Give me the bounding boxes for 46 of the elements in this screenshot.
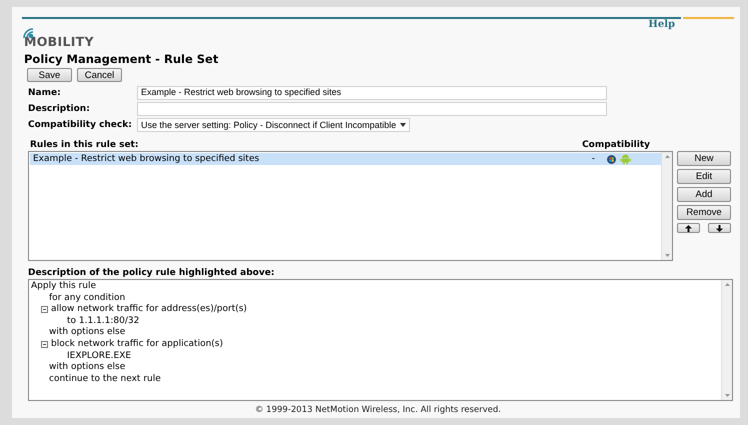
rule-name: Example - Restrict web browsing to specified sites bbox=[33, 154, 260, 164]
add-button[interactable]: Add bbox=[677, 187, 731, 202]
collapse-icon[interactable] bbox=[41, 341, 48, 348]
compatibility-dropdown[interactable]: Use the server setting: Policy - Disconnect if Client Incompatible bbox=[137, 118, 410, 132]
edit-button[interactable]: Edit bbox=[677, 169, 731, 184]
collapse-icon[interactable] bbox=[41, 306, 48, 314]
field-label: Description: bbox=[28, 104, 91, 114]
remove-button[interactable]: Remove bbox=[677, 205, 731, 220]
description-line: Apply this rule bbox=[31, 281, 96, 293]
field-label: Compatibility check: bbox=[28, 120, 133, 130]
android-icon bbox=[620, 154, 631, 164]
caret-icon bbox=[400, 123, 406, 127]
section-heading: Rules in this rule set: bbox=[30, 140, 138, 150]
description-line: with options else bbox=[49, 362, 126, 374]
cancel-button[interactable]: Cancel bbox=[77, 68, 122, 82]
description-line: for any condition bbox=[49, 292, 126, 304]
description-line: to 1.1.1.1:80/32 bbox=[67, 316, 140, 327]
rule-row[interactable]: Example - Restrict web browsing to specified sites - bbox=[30, 153, 661, 165]
scrollbar[interactable] bbox=[721, 280, 732, 400]
scroll-down-icon bbox=[724, 394, 730, 397]
page-title: Policy Management - Rule Set bbox=[24, 52, 220, 66]
section-heading: Description of the policy rule highlighted above: bbox=[28, 268, 276, 278]
windows-icon bbox=[607, 154, 616, 164]
input-field[interactable]: Example - Restrict web browsing to specified sites bbox=[137, 86, 607, 100]
down-arrow-icon bbox=[716, 224, 723, 232]
field-label: Name: bbox=[28, 88, 62, 98]
save-button[interactable]: Save bbox=[27, 68, 72, 82]
input-field[interactable] bbox=[137, 102, 607, 116]
column-heading: Compatibility bbox=[582, 140, 650, 150]
move-up-button[interactable] bbox=[677, 223, 700, 233]
rule-marker: - bbox=[592, 154, 595, 164]
description-line: continue to the next rule bbox=[49, 374, 161, 386]
scroll-up-icon bbox=[724, 283, 730, 286]
logo: MOBILITY bbox=[22, 26, 96, 49]
description-line: IEXPLORE.EXE bbox=[67, 350, 132, 362]
description-line: block network traffic for application(s) bbox=[51, 338, 223, 351]
move-down-button[interactable] bbox=[708, 223, 731, 233]
up-arrow-icon bbox=[685, 224, 692, 232]
help-link[interactable]: Help bbox=[648, 19, 675, 33]
copyright-text: © 1999-2013 NetMotion Wireless, Inc. All rights reserved. bbox=[254, 405, 502, 415]
scroll-down-icon bbox=[664, 254, 670, 257]
scroll-up-icon bbox=[664, 155, 670, 158]
description-line: allow network traffic for address(es)/port(s) bbox=[51, 304, 247, 316]
new-button[interactable]: New bbox=[677, 151, 731, 166]
description-line: with options else bbox=[49, 327, 126, 339]
scrollbar[interactable] bbox=[661, 152, 672, 260]
